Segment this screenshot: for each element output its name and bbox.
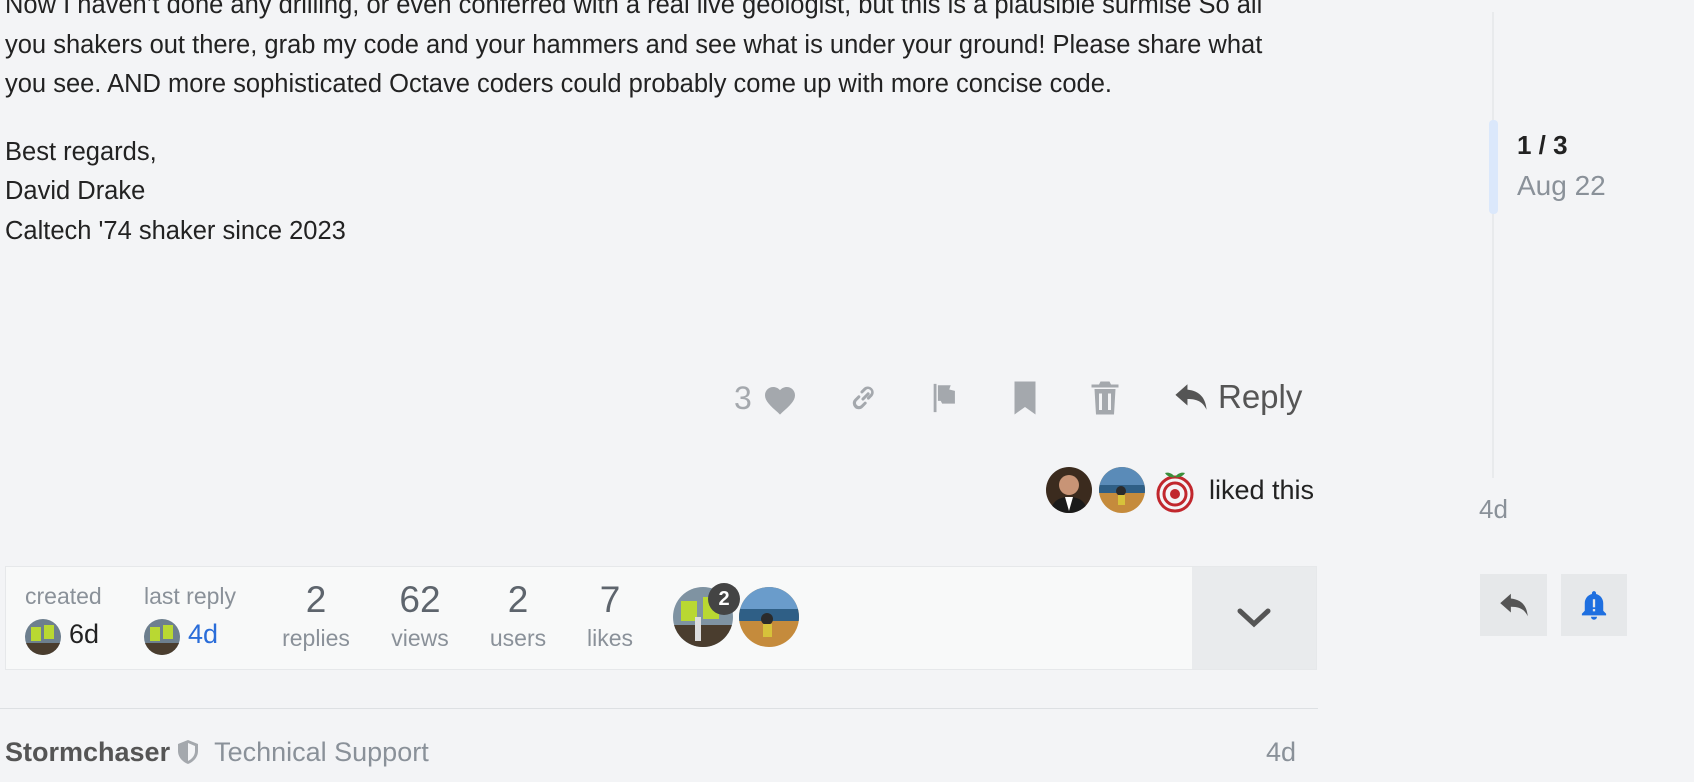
like-count: 3: [734, 380, 752, 416]
timeline-end-date[interactable]: 4d: [1479, 494, 1508, 525]
last-reply-label: last reply: [144, 583, 237, 609]
post-body: Now I haven’t done any drilling, or even…: [5, 0, 1275, 251]
created-label: created: [25, 583, 102, 609]
replies-count: 2: [305, 579, 327, 620]
shield-icon: [178, 740, 199, 764]
post-author-username[interactable]: Stormchaser: [5, 737, 170, 768]
reply-arrow-icon: [1499, 593, 1528, 617]
timeline-reply-button[interactable]: [1480, 574, 1547, 636]
chevron-down-icon: [1237, 608, 1271, 628]
notification-button[interactable]: [1561, 574, 1627, 636]
link-icon: [852, 386, 874, 410]
bell-icon: [1581, 591, 1607, 620]
avatar[interactable]: [1046, 467, 1092, 513]
likes-label: likes: [586, 625, 633, 651]
replies-label: replies: [282, 625, 350, 651]
timeline-position: 1 / 3: [1517, 130, 1568, 160]
post-time[interactable]: 4d: [1266, 733, 1296, 771]
delete-button[interactable]: [1090, 380, 1120, 416]
avatar[interactable]: [144, 619, 180, 655]
next-post-header: Stormchaser Technical Support: [5, 733, 429, 771]
topic-map: created 6d last reply 4d 2 replies 62 vi…: [5, 566, 1317, 670]
avatar[interactable]: [1152, 467, 1198, 513]
liked-this-label: liked this: [1209, 474, 1315, 505]
signature-line-1: Best regards,: [5, 137, 157, 166]
reply-button[interactable]: Reply: [1174, 378, 1302, 416]
timeline-track[interactable]: [1492, 12, 1494, 478]
avatar[interactable]: [739, 587, 799, 647]
liked-by: liked this: [1046, 466, 1314, 514]
avatar[interactable]: [1099, 467, 1145, 513]
bookmark-icon: [1014, 381, 1036, 415]
flag-icon: [933, 383, 955, 413]
created-time[interactable]: 6d: [69, 619, 99, 650]
signature-line-3: Caltech '74 shaker since 2023: [5, 216, 346, 245]
timeline-handle[interactable]: [1489, 120, 1498, 214]
avatar[interactable]: [25, 619, 61, 655]
last-reply-time[interactable]: 4d: [188, 619, 218, 650]
timeline-date: Aug 22: [1517, 170, 1606, 201]
signature-line-2: David Drake: [5, 177, 146, 205]
flag-button[interactable]: [928, 380, 962, 416]
expand-topic-map-button[interactable]: [1192, 567, 1316, 669]
post-count-badge: 2: [708, 583, 740, 615]
post-author-title: Technical Support: [214, 736, 429, 767]
post-divider: [0, 708, 1318, 709]
like-button[interactable]: 3: [734, 380, 798, 417]
likes-count: 7: [599, 579, 621, 620]
copy-link-button[interactable]: [846, 380, 882, 416]
trash-icon: [1091, 381, 1119, 415]
heart-icon: [764, 386, 795, 415]
post-paragraph: Now I haven’t done any drilling, or even…: [5, 0, 1263, 98]
bookmark-button[interactable]: [1010, 380, 1040, 416]
reply-label: Reply: [1218, 378, 1303, 415]
reply-arrow-icon: [1175, 384, 1207, 410]
